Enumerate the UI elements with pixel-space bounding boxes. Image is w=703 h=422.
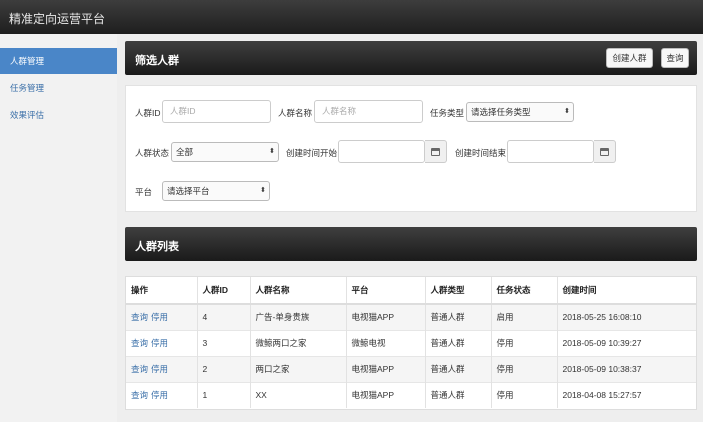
- column-header: 人群ID: [197, 277, 251, 305]
- column-header: 人群名称: [250, 277, 347, 305]
- task-type-select[interactable]: 请选择任务类型 ⬍: [466, 102, 574, 122]
- query-button[interactable]: 查询: [661, 48, 689, 68]
- platform-value: 请选择平台: [167, 186, 210, 196]
- crowd-name-input[interactable]: 人群名称: [314, 100, 423, 123]
- crowd-id-cell: 3: [197, 329, 251, 356]
- crowd-type-cell: 普通人群: [425, 355, 492, 382]
- crowd-status-select[interactable]: 全部 ⬍: [171, 142, 279, 162]
- crowd-name-cell: 广告-单身贵族: [250, 303, 347, 330]
- select-arrows-icon: ⬍: [260, 187, 266, 194]
- crowd-id-cell: 2: [197, 355, 251, 382]
- view-link[interactable]: 查询: [131, 390, 148, 400]
- crowd-status-value: 全部: [176, 147, 194, 157]
- sidebar-item-task-management[interactable]: 任务管理: [0, 75, 117, 101]
- platform-cell: 电视猫APP: [346, 303, 426, 330]
- task-status-cell: 停用: [491, 381, 558, 408]
- platform-cell: 电视猫APP: [346, 381, 426, 408]
- crowd-type-cell: 普通人群: [425, 381, 492, 408]
- create-crowd-button[interactable]: 创建人群: [606, 48, 653, 68]
- view-link[interactable]: 查询: [131, 338, 148, 348]
- task-status-cell: 停用: [491, 355, 558, 382]
- platform-cell: 微鲸电视: [346, 329, 426, 356]
- crowd-name-cell: 两口之家: [250, 355, 347, 382]
- view-link[interactable]: 查询: [131, 364, 148, 374]
- created-time-cell: 2018-04-08 15:27:57: [557, 381, 696, 408]
- task-status-cell: 启用: [491, 303, 558, 330]
- crowd-type-cell: 普通人群: [425, 329, 492, 356]
- sidebar-item-effect-evaluation[interactable]: 效果评估: [0, 102, 117, 128]
- created-time-cell: 2018-05-25 16:08:10: [557, 303, 696, 330]
- row-actions: 查询 停用: [126, 329, 198, 356]
- crowd-type-cell: 普通人群: [425, 303, 492, 330]
- filter-form: 人群ID 人群ID 人群名称 人群名称 任务类型 请选择任务类型 ⬍ 人群状态 …: [125, 85, 697, 212]
- crowd-id-cell: 4: [197, 303, 251, 330]
- sidebar-item-crowd-management[interactable]: 人群管理: [0, 48, 117, 74]
- stop-link[interactable]: 停用: [151, 364, 168, 374]
- create-time-end-input[interactable]: [507, 140, 594, 163]
- row-actions: 查询 停用: [126, 355, 198, 382]
- column-header: 人群类型: [425, 277, 492, 305]
- task-status-cell: 停用: [491, 329, 558, 356]
- row-actions: 查询 停用: [126, 303, 198, 330]
- calendar-icon: [431, 148, 440, 156]
- crowd-status-label: 人群状态: [135, 148, 170, 158]
- column-header: 平台: [346, 277, 426, 305]
- list-panel-title: 人群列表: [135, 241, 179, 253]
- table-row: 查询 停用 1 XX 电视猫APP 普通人群 停用 2018-04-08 15:2…: [126, 381, 696, 408]
- calendar-start-button[interactable]: [425, 140, 447, 163]
- crowd-name-cell: XX: [250, 381, 347, 408]
- list-panel-header: 人群列表: [125, 227, 697, 261]
- filter-panel-title: 筛选人群: [135, 55, 179, 67]
- create-time-end-label: 创建时间结束: [455, 148, 507, 158]
- platform-select[interactable]: 请选择平台 ⬍: [162, 181, 270, 201]
- stop-link[interactable]: 停用: [151, 312, 168, 322]
- sidebar: 人群管理 任务管理 效果评估: [0, 34, 117, 422]
- column-header: 任务状态: [491, 277, 558, 305]
- column-header: 操作: [126, 277, 198, 305]
- table-row: 查询 停用 4 广告-单身贵族 电视猫APP 普通人群 启用 2018-05-25…: [126, 303, 696, 330]
- task-type-value: 请选择任务类型: [471, 107, 531, 117]
- select-arrows-icon: ⬍: [269, 148, 275, 155]
- created-time-cell: 2018-05-09 10:38:37: [557, 355, 696, 382]
- app-title: 精准定向运营平台: [9, 12, 106, 26]
- stop-link[interactable]: 停用: [151, 390, 168, 400]
- created-time-cell: 2018-05-09 10:39:27: [557, 329, 696, 356]
- crowd-id-input[interactable]: 人群ID: [162, 100, 271, 123]
- crowd-id-label: 人群ID: [135, 108, 161, 118]
- create-time-start-input[interactable]: [338, 140, 425, 163]
- column-header: 创建时间: [557, 277, 696, 305]
- crowd-name-cell: 微鲸两口之家: [250, 329, 347, 356]
- task-type-label: 任务类型: [430, 108, 465, 118]
- calendar-icon: [600, 148, 609, 156]
- select-arrows-icon: ⬍: [564, 108, 570, 115]
- create-time-start-label: 创建时间开始: [286, 148, 338, 158]
- crowd-id-cell: 1: [197, 381, 251, 408]
- calendar-end-button[interactable]: [594, 140, 616, 163]
- crowd-table: 操作 人群ID 人群名称 平台 人群类型 任务状态 创建时间 查询 停用 4 广告…: [125, 276, 697, 410]
- view-link[interactable]: 查询: [131, 312, 148, 322]
- table-row: 查询 停用 2 两口之家 电视猫APP 普通人群 停用 2018-05-09 10…: [126, 355, 696, 382]
- top-bar: 精准定向运营平台: [0, 0, 703, 34]
- crowd-name-label: 人群名称: [278, 108, 313, 118]
- table-header-row: 操作 人群ID 人群名称 平台 人群类型 任务状态 创建时间: [126, 277, 696, 305]
- platform-cell: 电视猫APP: [346, 355, 426, 382]
- row-actions: 查询 停用: [126, 381, 198, 408]
- platform-label: 平台: [135, 187, 153, 197]
- filter-panel-header: 筛选人群 创建人群 查询: [125, 41, 697, 75]
- stop-link[interactable]: 停用: [151, 338, 168, 348]
- table-row: 查询 停用 3 微鲸两口之家 微鲸电视 普通人群 停用 2018-05-09 10…: [126, 329, 696, 356]
